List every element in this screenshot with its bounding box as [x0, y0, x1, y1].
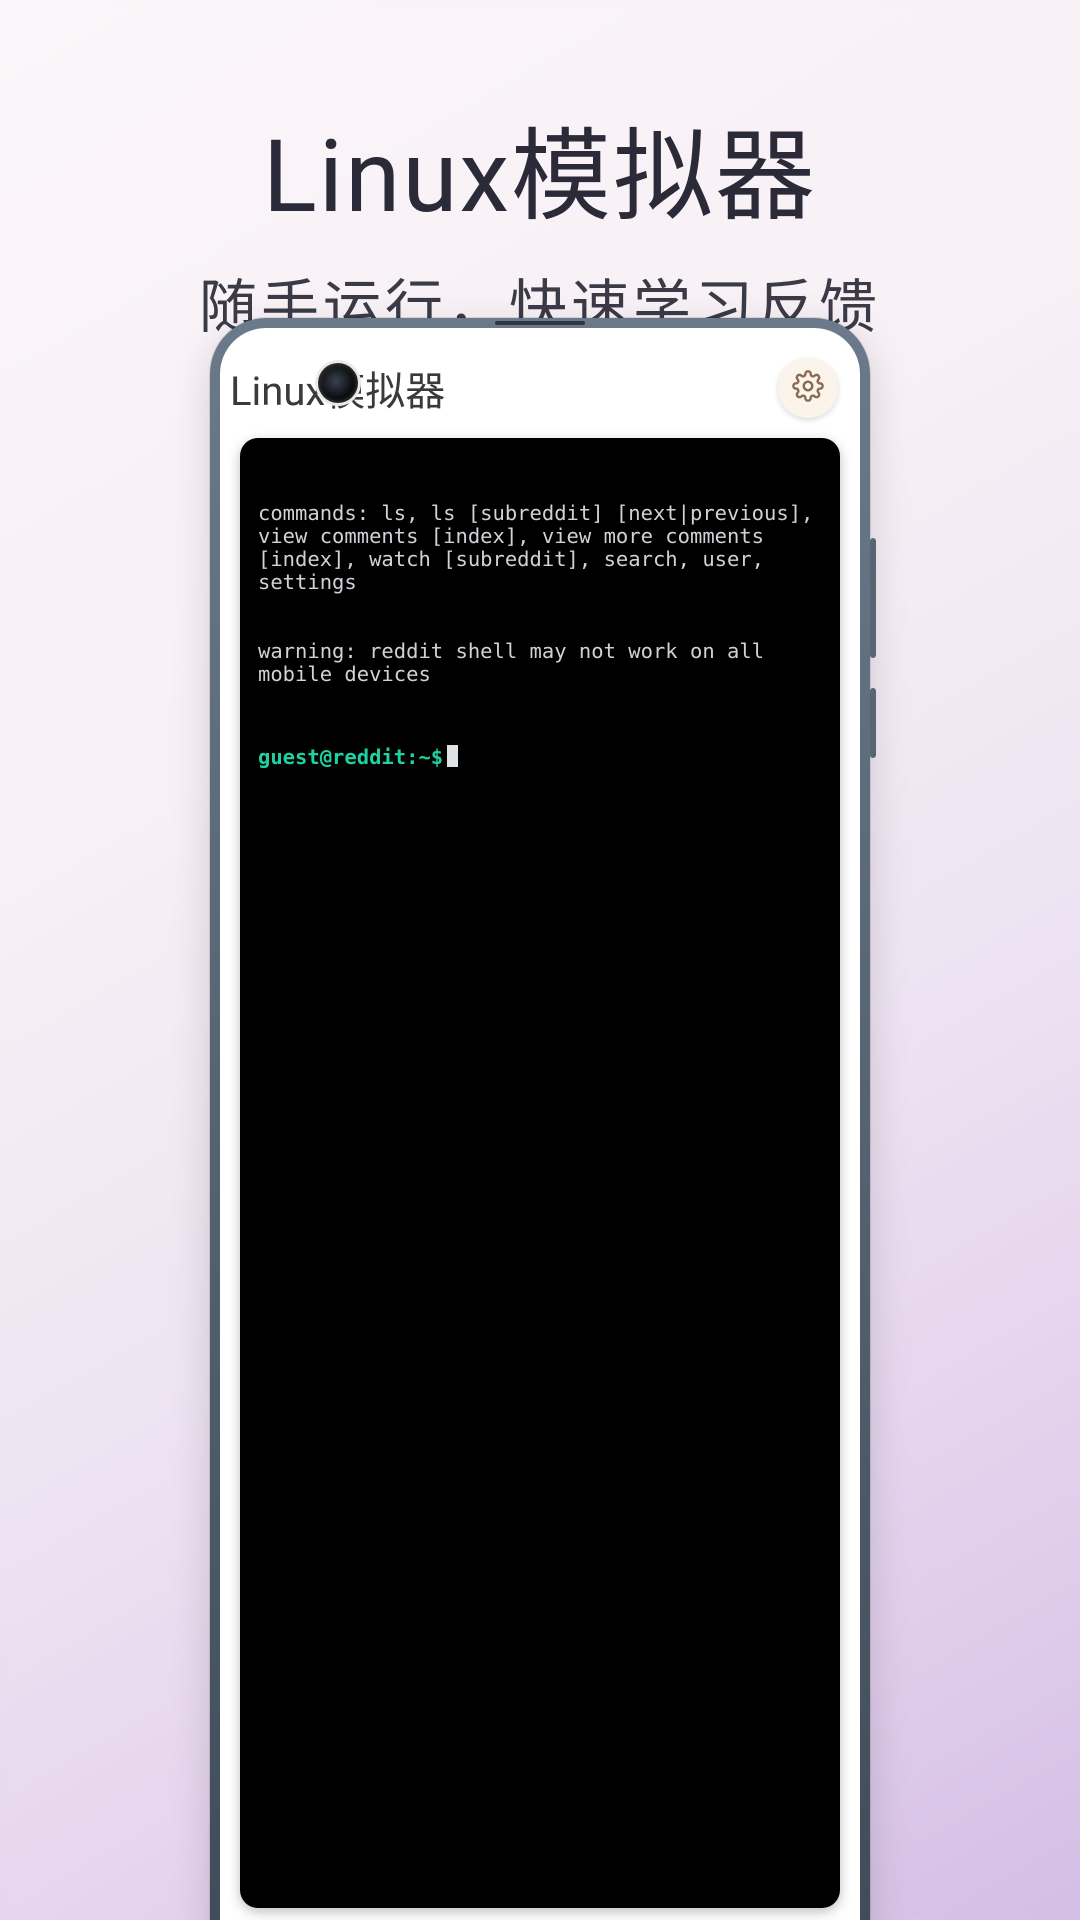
terminal-output-line: warning: reddit shell may not work on al…: [258, 640, 822, 686]
prompt-sep: :: [406, 745, 418, 769]
prompt-symbol: $: [431, 745, 443, 769]
phone-side-button: [870, 688, 876, 758]
app-bar: Linux模拟器: [220, 348, 860, 428]
terminal[interactable]: commands: ls, ls [subreddit] [next|previ…: [240, 438, 840, 1908]
prompt-user-host: guest@reddit: [258, 745, 406, 769]
marketing-title: Linux模拟器: [0, 95, 1080, 240]
marketing-header: Linux模拟器 随手运行，快速学习反馈: [0, 95, 1080, 344]
phone-camera-hole: [318, 363, 358, 403]
gear-icon: [792, 370, 824, 406]
prompt-path: ~: [418, 745, 430, 769]
settings-button[interactable]: [778, 358, 838, 418]
phone-screen: Linux模拟器 commands: ls, ls [subreddit] [n…: [220, 328, 860, 1920]
phone-side-button: [870, 538, 876, 658]
terminal-prompt[interactable]: guest@reddit:~$: [258, 745, 822, 769]
terminal-output-line: commands: ls, ls [subreddit] [next|previ…: [258, 502, 822, 594]
phone-speaker: [495, 321, 585, 325]
phone-frame: Linux模拟器 commands: ls, ls [subreddit] [n…: [210, 318, 870, 1920]
terminal-cursor: [447, 745, 458, 767]
